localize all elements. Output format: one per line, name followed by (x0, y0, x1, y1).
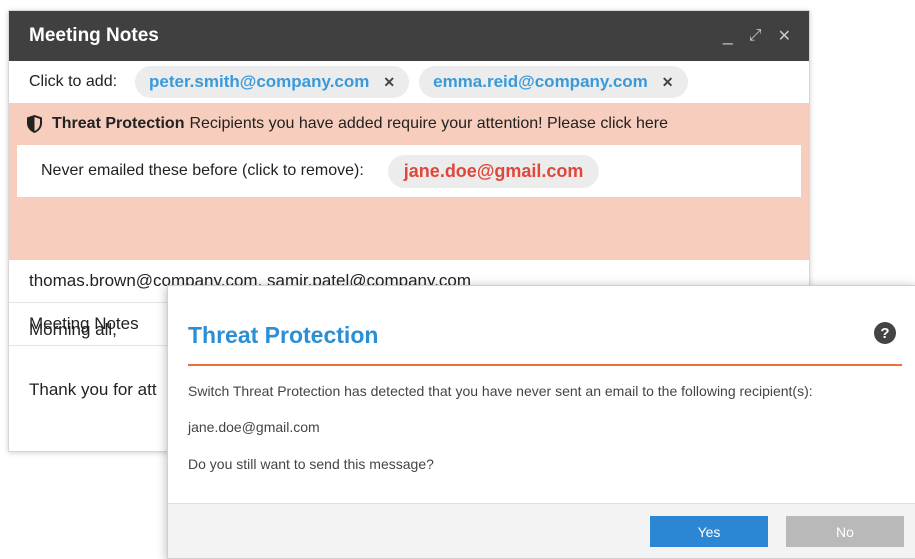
dialog-footer: Yes No (168, 503, 915, 558)
body-line: Morning all, (29, 320, 117, 339)
threat-protection-message[interactable]: Threat Protection Recipients you have ad… (9, 103, 809, 145)
click-to-add-row: Click to add: peter.smith@company.com ✕ … (9, 61, 809, 103)
no-button[interactable]: No (786, 516, 904, 547)
suggested-recipient-email: emma.reid@company.com (433, 72, 648, 91)
never-emailed-row: Never emailed these before (click to rem… (17, 145, 801, 197)
dialog-divider (188, 364, 902, 366)
never-emailed-section: Never emailed these before (click to rem… (17, 145, 801, 252)
yes-button[interactable]: Yes (650, 516, 768, 547)
suggested-recipient-chip[interactable]: emma.reid@company.com ✕ (419, 66, 688, 98)
compose-titlebar: Meeting Notes _ ⤢ ✕ (9, 11, 809, 61)
suggested-recipient-email: peter.smith@company.com (149, 72, 370, 91)
threat-protection-text: Recipients you have added require your a… (189, 115, 668, 132)
body-line: Thank you for att (29, 380, 157, 399)
dialog-message: Switch Threat Protection has detected th… (188, 383, 813, 399)
dialog-title: Threat Protection (188, 322, 379, 348)
help-icon[interactable]: ? (874, 322, 896, 344)
dialog-recipient: jane.doe@gmail.com (188, 419, 320, 435)
compose-title: Meeting Notes (29, 25, 159, 46)
suggested-recipient-chip[interactable]: peter.smith@company.com ✕ (135, 66, 410, 98)
threat-protection-banner[interactable]: Threat Protection Recipients you have ad… (9, 103, 809, 260)
threat-protection-dialog: Threat Protection ? Switch Threat Protec… (167, 285, 915, 559)
close-icon[interactable]: ✕ (778, 26, 791, 46)
shield-icon (27, 115, 42, 133)
minimize-icon[interactable]: _ (723, 25, 733, 46)
expand-icon[interactable]: ⤢ (749, 27, 762, 45)
click-to-add-label: Click to add: (29, 73, 118, 90)
never-emailed-recipient-chip[interactable]: jane.doe@gmail.com (387, 154, 600, 188)
threat-protection-title: Threat Protection (52, 115, 185, 132)
dialog-question: Do you still want to send this message? (188, 456, 434, 472)
remove-icon[interactable]: ✕ (662, 74, 674, 91)
remove-icon[interactable]: ✕ (383, 74, 395, 91)
never-emailed-label: Never emailed these before (click to rem… (41, 162, 364, 179)
